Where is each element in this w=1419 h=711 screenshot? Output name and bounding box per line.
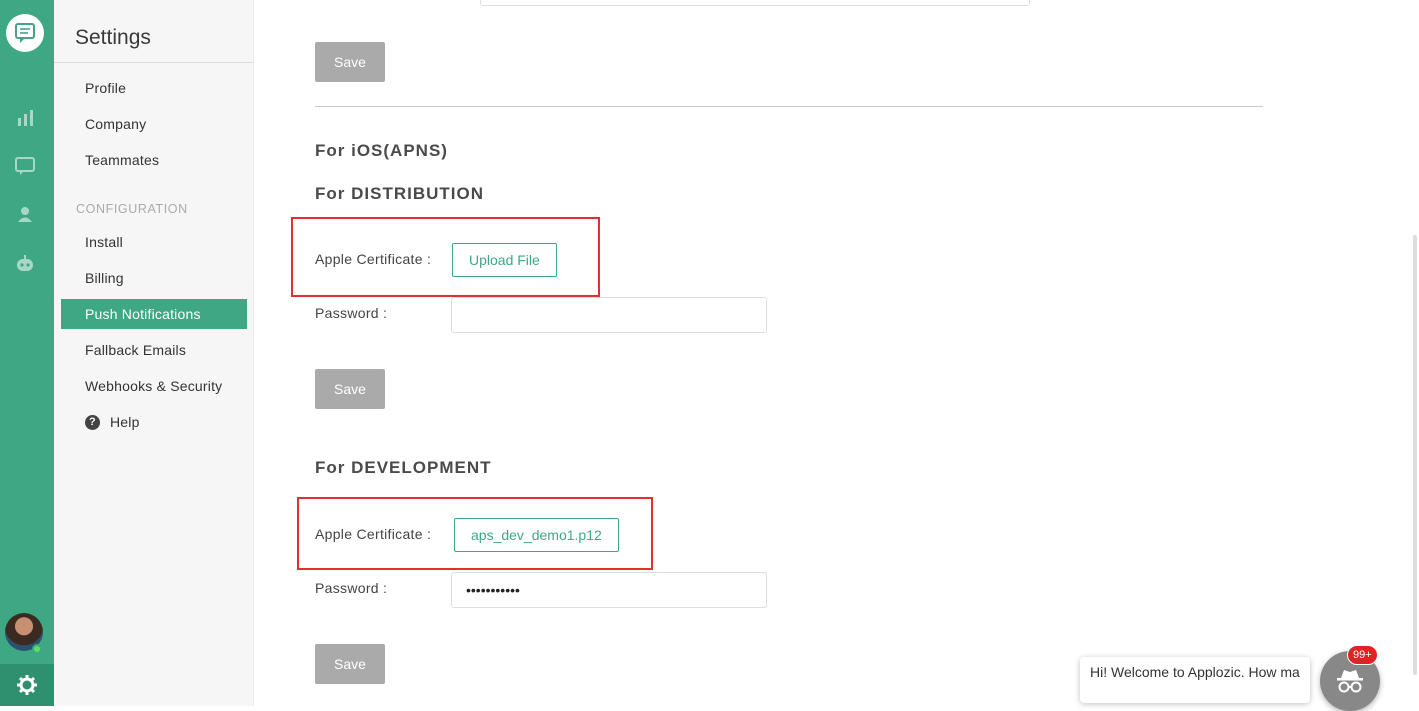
chat-welcome-bubble[interactable]: Hi! Welcome to Applozic. How ma xyxy=(1080,657,1310,703)
distribution-password-label: Password : xyxy=(315,305,388,321)
development-save-button[interactable]: Save xyxy=(315,644,385,684)
sidebar-item-teammates[interactable]: Teammates xyxy=(61,145,247,175)
sidebar-item-install[interactable]: Install xyxy=(61,227,247,257)
chat-logo-icon[interactable] xyxy=(6,14,44,52)
save-button-top[interactable]: Save xyxy=(315,42,385,82)
development-heading: For DEVELOPMENT xyxy=(315,458,492,477)
sidebar-title: Settings xyxy=(75,26,151,49)
sidebar-item-label: Help xyxy=(110,414,140,430)
distribution-password-input[interactable] xyxy=(451,297,767,333)
divider xyxy=(54,62,254,63)
ios-apns-heading: For iOS(APNS) xyxy=(315,141,448,160)
user-icon[interactable] xyxy=(13,202,37,226)
distribution-save-button[interactable]: Save xyxy=(315,369,385,409)
development-password-label: Password : xyxy=(315,580,388,596)
sidebar-item-fallback-emails[interactable]: Fallback Emails xyxy=(61,335,247,365)
sidebar-item-push-notifications[interactable]: Push Notifications xyxy=(61,299,247,329)
bar-chart-icon[interactable] xyxy=(13,106,37,130)
unread-count-badge: 99+ xyxy=(1347,645,1378,665)
online-status-indicator xyxy=(32,644,42,654)
main-content: Save For iOS(APNS) For DISTRIBUTION Appl… xyxy=(255,0,1419,706)
bot-icon[interactable] xyxy=(13,252,37,276)
app-rail xyxy=(0,0,54,706)
partial-input-field[interactable] xyxy=(480,0,1030,6)
scrollbar[interactable] xyxy=(1413,235,1417,675)
distribution-cert-label: Apple Certificate : xyxy=(315,251,432,267)
distribution-heading: For DISTRIBUTION xyxy=(315,184,484,203)
sidebar-item-billing[interactable]: Billing xyxy=(61,263,247,293)
question-circle-icon: ? xyxy=(85,414,100,430)
sidebar-item-help[interactable]: ? Help xyxy=(61,407,247,437)
development-cert-label: Apple Certificate : xyxy=(315,526,432,542)
sidebar-item-company[interactable]: Company xyxy=(61,109,247,139)
development-password-input[interactable] xyxy=(451,572,767,608)
development-cert-file-button[interactable]: aps_dev_demo1.p12 xyxy=(454,518,619,552)
conversation-icon[interactable] xyxy=(13,154,37,178)
gear-icon[interactable] xyxy=(0,664,54,706)
sidebar-item-profile[interactable]: Profile xyxy=(61,73,247,103)
distribution-upload-file-button[interactable]: Upload File xyxy=(452,243,557,277)
sidebar-item-webhooks-security[interactable]: Webhooks & Security xyxy=(61,371,247,401)
incognito-icon xyxy=(1337,670,1363,693)
settings-sidebar: Settings Profile Company Teammates CONFI… xyxy=(54,0,254,706)
section-label-configuration: CONFIGURATION xyxy=(76,202,188,216)
divider xyxy=(315,106,1263,107)
